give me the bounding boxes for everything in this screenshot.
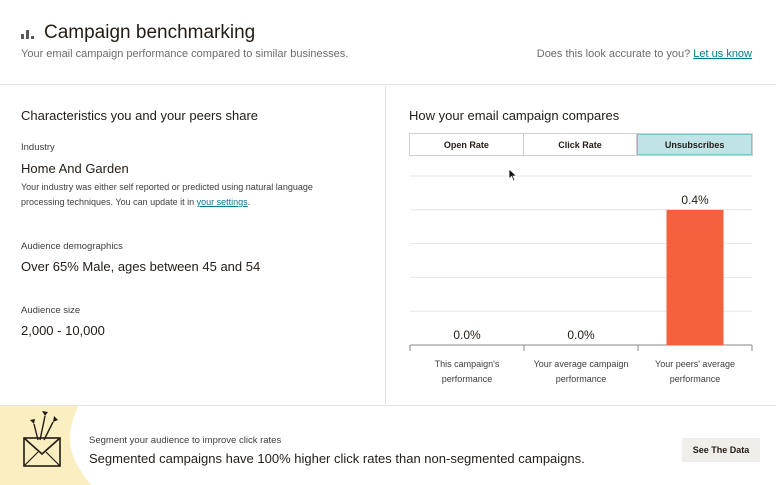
mouse-cursor-icon — [508, 168, 518, 182]
bar-value-label: 0.4% — [681, 193, 709, 207]
x-tick-label: performance — [556, 374, 607, 384]
x-tick-label: performance — [670, 374, 721, 384]
x-tick-label: Your average campaign — [534, 359, 629, 369]
bar — [666, 209, 724, 345]
envelope-illustration-icon — [0, 406, 92, 485]
x-tick-label: This campaign's — [435, 359, 500, 369]
see-the-data-button[interactable]: See The Data — [682, 438, 760, 462]
banner-kicker: Segment your audience to improve click r… — [89, 435, 282, 446]
comparison-chart: 0.0% This campaign's performance 0.0% Your a… — [409, 175, 753, 384]
bar-value-label: 0.0% — [567, 328, 595, 342]
segment-banner: Segment your audience to improve click r… — [0, 405, 776, 485]
bar-value-label: 0.0% — [453, 328, 481, 342]
x-tick-label: performance — [442, 374, 493, 384]
x-tick-label: Your peers' average — [655, 359, 735, 369]
banner-text: Segmented campaigns have 100% higher cli… — [89, 451, 585, 466]
